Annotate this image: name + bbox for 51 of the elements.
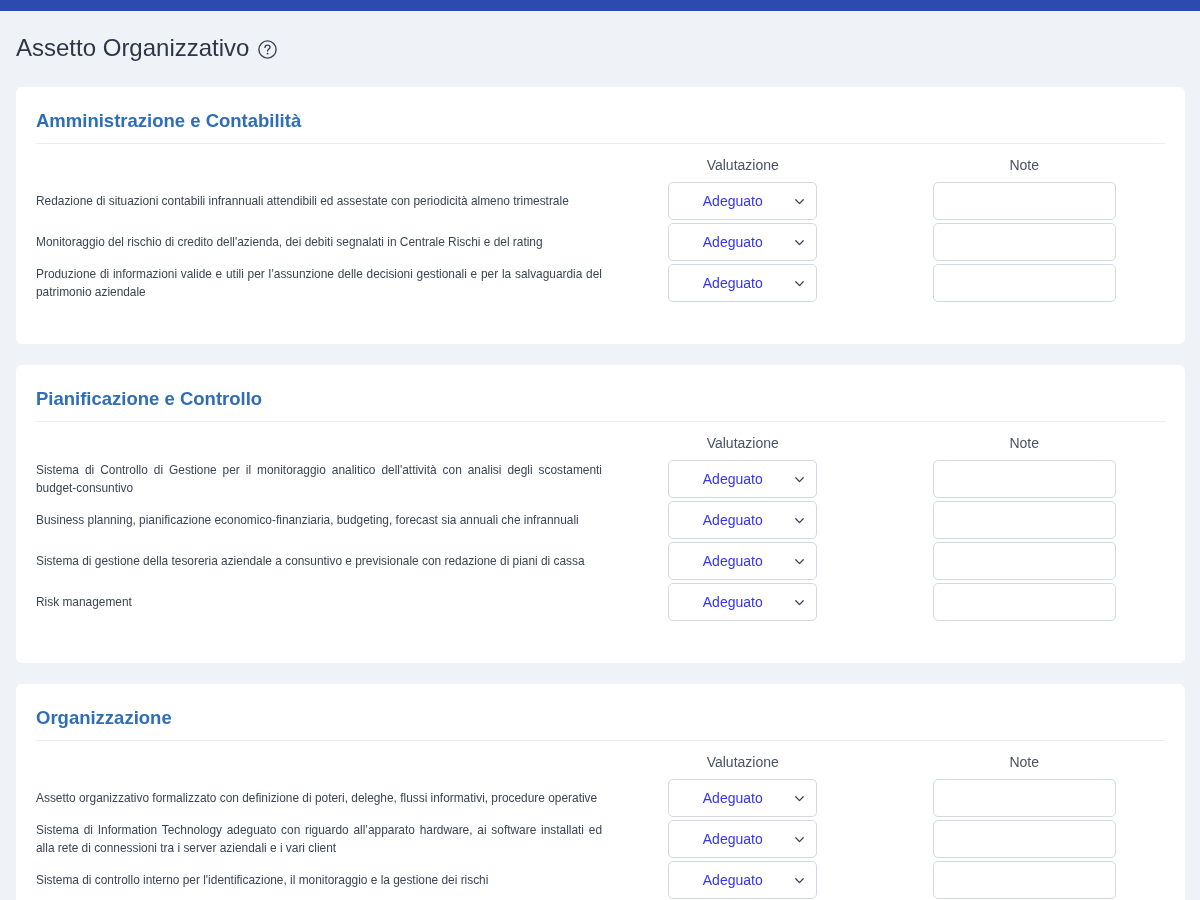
criterion-label: Sistema di gestione della tesoreria aziendale a consuntivo e previsionale con redazione di piani di cassa — [36, 553, 585, 570]
chevron-down-icon — [795, 199, 805, 205]
chevron-down-icon — [795, 240, 805, 246]
note-input[interactable] — [932, 861, 1116, 899]
section-title: Organizzazione — [36, 706, 173, 730]
note-input[interactable] — [932, 223, 1116, 261]
note-input[interactable] — [932, 779, 1116, 817]
column-header: Note — [1009, 753, 1040, 771]
criterion-label: Assetto organizzativo formalizzato con definizione di poteri, deleghe, flussi informativi, procedure operative — [36, 790, 598, 807]
page-title: Assetto Organizzativo — [16, 35, 250, 61]
note-input[interactable] — [932, 501, 1116, 539]
rating-dropdown[interactable]: Adeguato — [668, 820, 818, 858]
criterion-label: Sistema di controllo interno per l'identificazione, il monitoraggio e la gestione dei rischi — [36, 872, 489, 889]
column-header: Valutazione — [706, 156, 779, 174]
column-header: Note — [1009, 156, 1040, 174]
chevron-down-icon — [795, 600, 805, 606]
note-input[interactable] — [932, 264, 1116, 302]
note-input[interactable] — [932, 820, 1116, 858]
note-input[interactable] — [932, 583, 1116, 621]
criterion-label: Business planning, pianificazione economico-finanziaria, budgeting, forecast sia annuali che infrannuali — [36, 512, 579, 529]
chevron-down-icon — [795, 281, 805, 287]
chevron-down-icon — [795, 878, 805, 884]
criterion-label: Monitoraggio del rischio di credito dell'azienda, dei debiti segnalati in Centrale Rischi e del rating — [36, 234, 543, 251]
rating-dropdown[interactable]: Adeguato — [668, 223, 818, 261]
chevron-down-icon — [795, 837, 805, 843]
rating-dropdown[interactable]: Adeguato — [668, 460, 818, 498]
chevron-down-icon — [795, 796, 805, 802]
rating-dropdown[interactable]: Adeguato — [668, 861, 818, 899]
criterion-label: Sistema di Controllo di Gestione per il monitoraggio analitico dell'attività con analisi degli scostamenti budget-consuntivo — [36, 462, 602, 497]
note-input[interactable] — [932, 182, 1116, 220]
chevron-down-icon — [795, 477, 805, 483]
help-icon[interactable] — [258, 40, 278, 59]
rating-dropdown[interactable]: Adeguato — [668, 264, 818, 302]
criterion-label: Produzione di informazioni valide e utili per l’assunzione delle decisioni gestionali e per la salvaguardia del patrimonio aziendale — [36, 266, 602, 301]
criterion-label: Redazione di situazioni contabili infrannuali attendibili ed assestate con periodicità almeno trimestrale — [36, 193, 569, 210]
criterion-label: Risk management — [36, 594, 132, 611]
rating-dropdown[interactable]: Adeguato — [668, 542, 818, 580]
criterion-label: Sistema di Information Technology adeguato con riguardo all’apparato hardware, ai software installati ed alla rete di connessioni tra i server aziendali e i vari client — [36, 822, 602, 857]
note-input[interactable] — [932, 542, 1116, 580]
rating-dropdown[interactable]: Adeguato — [668, 182, 818, 220]
rating-dropdown[interactable]: Adeguato — [668, 501, 818, 539]
chevron-down-icon — [795, 518, 805, 524]
column-header: Valutazione — [706, 434, 779, 452]
section-title: Pianificazione e Controllo — [36, 387, 264, 411]
column-header: Valutazione — [706, 753, 779, 771]
note-input[interactable] — [932, 460, 1116, 498]
section-title: Amministrazione e Contabilità — [36, 109, 303, 133]
rating-dropdown[interactable]: Adeguato — [668, 583, 818, 621]
column-header: Note — [1009, 434, 1040, 452]
chevron-down-icon — [795, 559, 805, 565]
rating-dropdown[interactable]: Adeguato — [668, 779, 818, 817]
